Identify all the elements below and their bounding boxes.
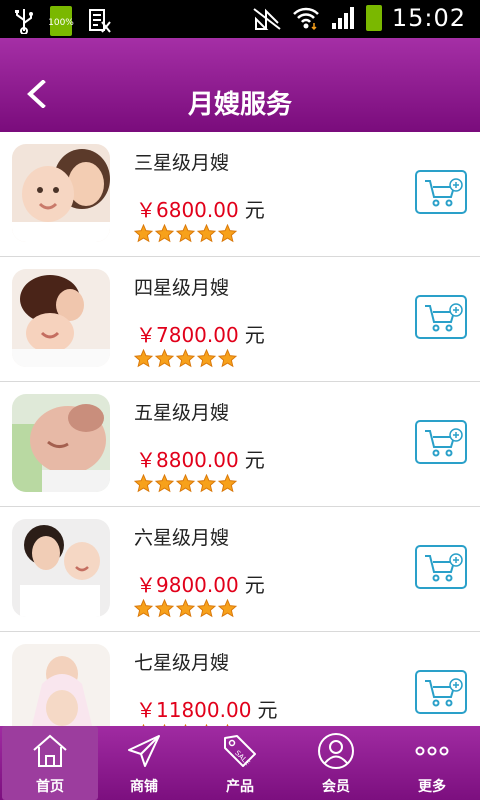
- tab-products[interactable]: SALE 产品: [192, 726, 288, 800]
- product-name: 三星级月嫂: [134, 152, 230, 174]
- tab-label: 会员: [322, 779, 350, 795]
- star-icon: [218, 599, 237, 618]
- tab-label: 首页: [36, 779, 64, 795]
- add-cart-icon: [425, 553, 463, 582]
- star-icon: [218, 349, 237, 368]
- no-signal-icon: [253, 8, 281, 30]
- star-icon: [176, 599, 195, 618]
- star-icon: [197, 599, 216, 618]
- product-name: 七星级月嫂: [134, 652, 230, 674]
- star-icon: [155, 349, 174, 368]
- add-cart-icon: [425, 678, 463, 707]
- star-icon: [218, 224, 237, 243]
- star-icon: [134, 349, 153, 368]
- wifi-icon: [292, 7, 319, 31]
- sale-tag-icon: SALE: [224, 735, 256, 767]
- page-title: 月嫂服务: [187, 90, 292, 120]
- home-icon: [33, 734, 67, 767]
- star-icon: [155, 474, 174, 493]
- battery-full-icon: 100%: [48, 6, 74, 36]
- star-icon: [134, 224, 153, 243]
- product-price: ￥9800.00 元: [136, 573, 265, 597]
- battery-icon: [365, 5, 382, 31]
- add-to-cart-button[interactable]: [415, 295, 467, 339]
- star-rating: [134, 224, 237, 243]
- star-icon: [134, 599, 153, 618]
- star-icon: [176, 224, 195, 243]
- star-icon: [155, 599, 174, 618]
- product-image[interactable]: [12, 269, 110, 367]
- star-icon: [197, 474, 216, 493]
- price-unit: 元: [244, 323, 265, 347]
- status-bar: 100% 15:02: [0, 0, 480, 38]
- star-rating: [134, 349, 237, 368]
- product-name: 五星级月嫂: [134, 402, 230, 424]
- product-image[interactable]: [12, 144, 110, 242]
- list-item[interactable]: 七星级月嫂 ￥11800.00 元: [0, 632, 480, 726]
- more-dots-icon: [415, 746, 449, 756]
- product-price: ￥8800.00 元: [136, 448, 265, 472]
- list-item[interactable]: 四星级月嫂 ￥7800.00 元: [0, 257, 480, 382]
- input-method-icon: [89, 9, 111, 33]
- star-icon: [134, 474, 153, 493]
- star-icon: [176, 349, 195, 368]
- star-icon: [176, 474, 195, 493]
- product-image[interactable]: [12, 644, 110, 726]
- add-to-cart-button[interactable]: [415, 545, 467, 589]
- status-time: 15:02: [391, 4, 466, 32]
- star-rating: [134, 474, 237, 493]
- add-cart-icon: [425, 303, 463, 332]
- product-name: 六星级月嫂: [134, 527, 230, 549]
- add-cart-icon: [425, 428, 463, 457]
- star-rating: [134, 599, 237, 618]
- tab-more[interactable]: 更多: [384, 726, 480, 800]
- star-icon: [197, 349, 216, 368]
- add-cart-icon: [425, 178, 463, 207]
- add-to-cart-button[interactable]: [415, 170, 467, 214]
- paper-plane-icon: [128, 735, 160, 767]
- star-icon: [155, 224, 174, 243]
- add-to-cart-button[interactable]: [415, 420, 467, 464]
- star-icon: [218, 474, 237, 493]
- price-unit: 元: [244, 448, 265, 472]
- tab-shop[interactable]: 商铺: [96, 726, 192, 800]
- list-item[interactable]: 五星级月嫂 ￥8800.00 元: [0, 382, 480, 507]
- user-icon: [318, 733, 354, 769]
- tab-member[interactable]: 会员: [288, 726, 384, 800]
- app-header: 月嫂服务: [0, 38, 480, 132]
- battery-percent: 100%: [48, 18, 74, 28]
- product-image[interactable]: [12, 519, 110, 617]
- price-unit: 元: [244, 573, 265, 597]
- product-price: ￥7800.00 元: [136, 323, 265, 347]
- price-unit: 元: [257, 698, 278, 722]
- product-price: ￥6800.00 元: [136, 198, 265, 222]
- tab-label: 产品: [226, 779, 254, 795]
- cell-signal-icon: [331, 7, 354, 29]
- tab-home[interactable]: 首页: [2, 726, 98, 800]
- product-image[interactable]: [12, 394, 110, 492]
- tab-label: 更多: [418, 779, 446, 795]
- tab-label: 商铺: [130, 779, 158, 795]
- usb-icon: [15, 9, 33, 34]
- list-item[interactable]: 三星级月嫂 ￥6800.00 元: [0, 132, 480, 257]
- bottom-tab-bar: 首页 商铺 SALE 产品 会员 更多: [0, 726, 480, 800]
- product-price: ￥11800.00 元: [136, 698, 278, 722]
- list-item[interactable]: 六星级月嫂 ￥9800.00 元: [0, 507, 480, 632]
- product-name: 四星级月嫂: [134, 277, 230, 299]
- star-icon: [197, 224, 216, 243]
- price-unit: 元: [244, 198, 265, 222]
- product-list[interactable]: 三星级月嫂 ￥6800.00 元 四星级月嫂 ￥7800.00 元 五星级月嫂 …: [0, 132, 480, 726]
- add-to-cart-button[interactable]: [415, 670, 467, 714]
